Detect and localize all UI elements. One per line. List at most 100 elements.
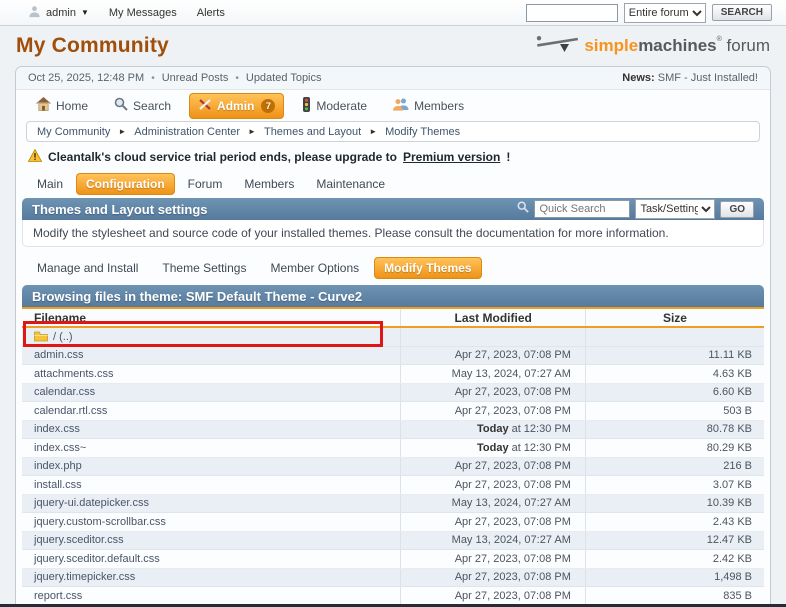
file-size-value [586,328,764,346]
user-icon [28,5,41,21]
tab-member-options[interactable]: Member Options [261,258,368,278]
logo-reg: ® [716,36,722,43]
file-link[interactable]: calendar.css [22,384,400,402]
table-row: jquery.sceditor.default.css Apr 27, 2023,… [22,550,764,569]
file-name: index.css~ [34,441,87,454]
breadcrumb-my-community[interactable]: My Community [37,126,110,138]
folder-icon [34,331,48,342]
table-row: index.php Apr 27, 2023, 07:08 PM 216 B [22,457,764,476]
task-setting-select[interactable]: Task/Setting [635,199,716,219]
file-link[interactable]: jquery-ui.datepicker.css [22,495,400,513]
settings-header-bar: Themes and Layout settings Task/Setting … [22,198,764,220]
file-browser: Browsing files in theme: SMF Default The… [22,285,764,607]
tab-theme-settings[interactable]: Theme Settings [153,258,255,278]
nav-members[interactable]: Members [385,93,472,118]
smf-logo: simplemachines® forum [536,34,770,58]
file-link[interactable]: attachments.css [22,365,400,383]
quick-search-input[interactable] [534,200,631,218]
search-scope-select[interactable]: Entire forum [623,2,706,23]
bullet-separator: • [151,72,155,84]
file-table-body: / (..) admin.css Apr 27, 2023, 07:08 PM 11.… [22,321,764,607]
logo-forum: forum [726,36,770,55]
tab-forum[interactable]: Forum [179,174,232,194]
file-size-value: 216 B [723,460,752,473]
nav-search[interactable]: Search [106,93,179,118]
file-link[interactable]: jquery.custom-scrollbar.css [22,513,400,531]
file-size-value: 3.07 KB [712,478,752,491]
file-name: jquery.timepicker.css [34,571,136,584]
file-name: calendar.css [34,386,96,399]
file-size-value: 2.43 KB [712,515,752,528]
page-title: My Community [16,34,169,57]
file-link[interactable]: install.css [22,476,400,494]
last-modified-value: Today at 12:30 PM [400,420,586,438]
home-icon [36,97,51,114]
table-row: jquery.sceditor.css May 13, 2024, 07:27 A… [22,531,764,550]
file-link[interactable]: calendar.rtl.css [22,402,400,420]
forum-search-input[interactable] [525,3,618,22]
last-modified-value: Apr 27, 2023, 07:08 PM [400,568,586,586]
file-link[interactable]: index.css [22,421,400,439]
last-modified-value: Apr 27, 2023, 07:08 PM [400,513,586,531]
logo-machines: machines [638,36,717,55]
table-row: jquery.timepicker.css Apr 27, 2023, 07:08… [22,568,764,587]
column-filename: Filename [34,310,87,325]
user-menu[interactable]: admin ▼ [28,5,89,21]
admin-badge: 7 [261,98,276,113]
nav-admin[interactable]: Admin 7 [189,92,285,119]
my-messages-link[interactable]: My Messages [109,7,177,19]
tab-members[interactable]: Members [235,174,303,194]
go-button[interactable]: GO [720,200,754,218]
file-size-value: 835 B [723,589,752,602]
table-row: calendar.css Apr 27, 2023, 07:08 PM 6.60 K… [22,383,764,402]
breadcrumb-modify-themes[interactable]: Modify Themes [385,126,460,138]
breadcrumb-admin-center[interactable]: Administration Center [134,126,240,138]
file-name: jquery-ui.datepicker.css [34,497,149,510]
table-row: admin.css Apr 27, 2023, 07:08 PM 11.11 KB [22,346,764,365]
unread-posts-link[interactable]: Unread Posts [162,72,229,84]
warning-text: Cleantalk's cloud service trial period e… [48,150,397,164]
file-link[interactable]: admin.css [22,347,400,365]
breadcrumb-separator: ► [248,127,256,136]
table-row: index.css~ Today at 12:30 PM 80.29 KB [22,439,764,458]
nav-moderate-label: Moderate [316,98,368,113]
breadcrumb-themes-layout[interactable]: Themes and Layout [264,126,361,138]
updated-topics-link[interactable]: Updated Topics [246,72,322,84]
file-name: report.css [34,589,83,602]
parent-folder-link[interactable]: / (..) [22,328,400,346]
file-link[interactable]: jquery.timepicker.css [22,569,400,587]
moderate-icon [302,96,311,115]
quick-search-icon [517,200,530,218]
nav-moderate[interactable]: Moderate [294,93,375,119]
tab-maintenance[interactable]: Maintenance [307,174,394,194]
file-name: jquery.custom-scrollbar.css [34,515,166,528]
last-modified-value: Today at 12:30 PM [400,439,586,457]
news-text: SMF - Just Installed! [657,72,758,84]
section-description: Modify the stylesheet and source code of… [22,220,764,247]
chevron-down-icon: ▼ [80,8,89,17]
nav-home[interactable]: Home [28,93,96,118]
file-name: attachments.css [34,367,114,380]
search-button[interactable]: SEARCH [711,4,772,21]
alerts-link[interactable]: Alerts [197,7,225,19]
logo-simple: simple [584,36,639,55]
table-row: report.css Apr 27, 2023, 07:08 PM 835 B [22,587,764,606]
table-header: Filename Last Modified Size [22,307,764,328]
tab-main[interactable]: Main [28,174,72,194]
file-name: calendar.rtl.css [34,404,108,417]
last-modified-value: Apr 27, 2023, 07:08 PM [400,476,586,494]
tab-manage-install[interactable]: Manage and Install [28,258,147,278]
search-icon [114,97,128,114]
table-row: jquery-ui.datepicker.css May 13, 2024, 07… [22,494,764,513]
tab-configuration[interactable]: Configuration [76,173,175,195]
breadcrumb: My Community ► Administration Center ► T… [26,121,760,142]
table-row: jquery.custom-scrollbar.css Apr 27, 2023,… [22,513,764,532]
warning-suffix: ! [506,150,511,164]
file-link[interactable]: index.php [22,458,400,476]
file-link[interactable]: jquery.sceditor.default.css [22,550,400,568]
file-link[interactable]: report.css [22,587,400,605]
file-link[interactable]: jquery.sceditor.css [22,532,400,550]
file-link[interactable]: index.css~ [22,439,400,457]
premium-version-link[interactable]: Premium version [403,150,500,164]
tab-modify-themes[interactable]: Modify Themes [374,257,482,279]
